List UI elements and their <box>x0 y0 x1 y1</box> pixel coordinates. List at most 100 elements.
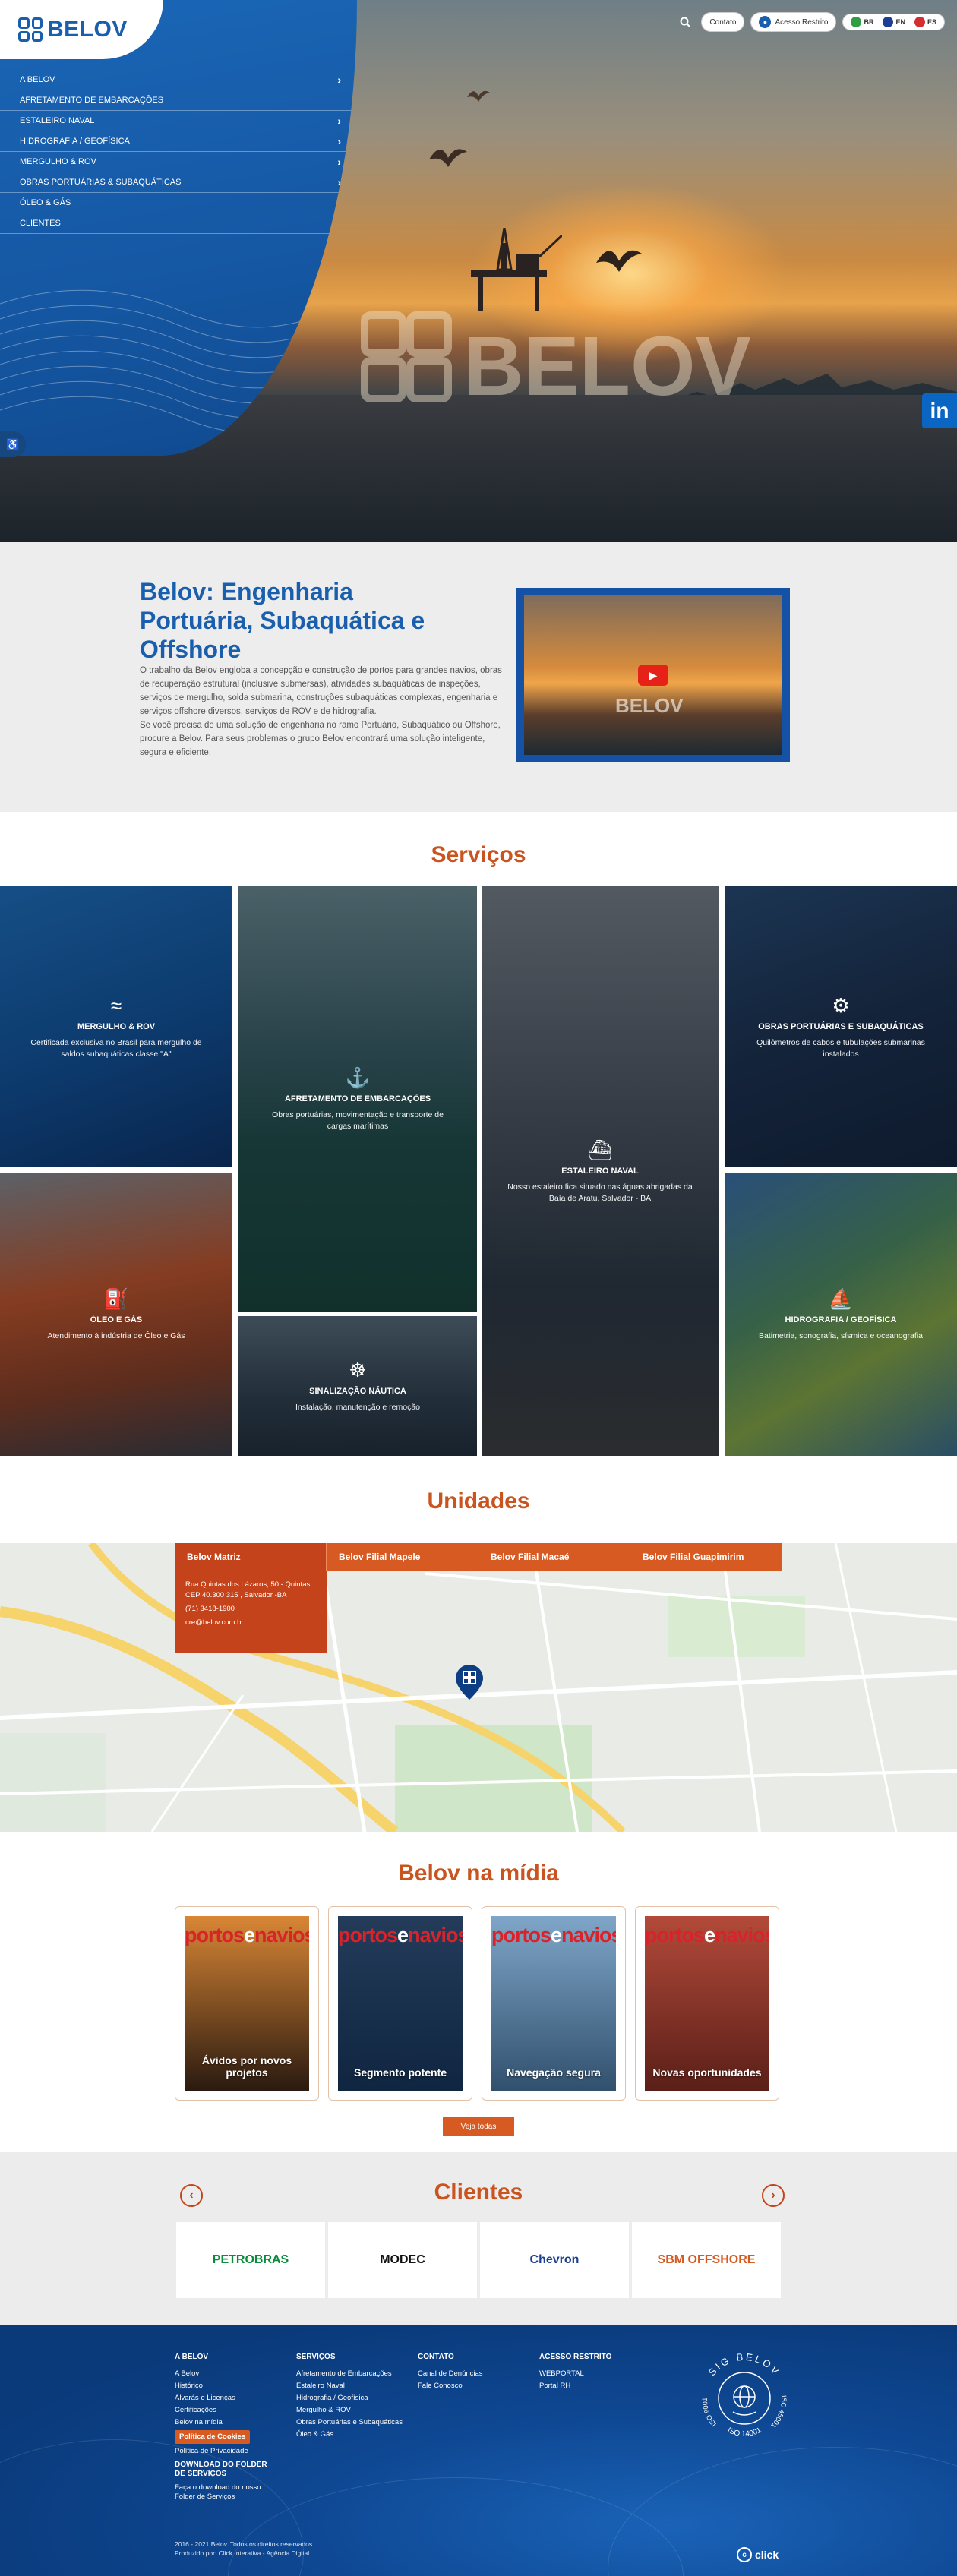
service-title: Afretamento de Embarcações <box>284 1094 431 1103</box>
footer-link[interactable]: Histórico <box>175 2380 273 2392</box>
service-description: Atendimento à indústria de Óleo e Gás <box>47 1331 185 1340</box>
side-menu-item[interactable]: Clientes <box>0 213 353 234</box>
service-tile[interactable]: ⚓ Afretamento de Embarcações Obras portuár… <box>238 886 477 1312</box>
footer-link[interactable]: Portal RH <box>539 2380 611 2392</box>
unit-email[interactable]: cre@belov.com.br <box>185 1618 316 1628</box>
client-logo[interactable]: Chevron <box>480 2222 629 2298</box>
footer-link[interactable]: Alvarás e Licenças <box>175 2392 273 2404</box>
media-card[interactable]: portosenavios Navegação segura <box>482 1906 626 2101</box>
footer-link[interactable]: WEBPORTAL <box>539 2368 611 2380</box>
side-menu-item[interactable]: Estaleiro Naval › <box>0 111 353 131</box>
cookie-policy-link[interactable]: Política de Cookies <box>175 2430 251 2444</box>
hero-watermark-text: BELOV <box>463 320 751 413</box>
seal-top-text: SIG BELOV <box>706 2351 781 2379</box>
footer-link[interactable]: Fale Conosco <box>418 2380 483 2392</box>
site-logo[interactable]: BELOV <box>0 0 163 59</box>
intro-paragraph-2: Se você precisa de uma solução de engenh… <box>140 721 501 757</box>
contact-button[interactable]: Contato <box>701 12 745 32</box>
footer-link[interactable]: Óleo & Gás <box>296 2429 403 2441</box>
language-option[interactable]: ES <box>911 17 940 27</box>
footer-link[interactable]: Estaleiro Naval <box>296 2380 403 2392</box>
service-tile[interactable]: ⛴ Estaleiro Naval Nosso estaleiro fica sit… <box>482 886 719 1456</box>
footer-link[interactable]: Mergulho & ROV <box>296 2404 403 2417</box>
unit-tab[interactable]: Belov Filial Guapimirim <box>630 1543 782 1571</box>
bird-silhouette <box>429 149 467 167</box>
service-tile[interactable]: ⛵ Hidrografia / Geofísica Batimetria, sono… <box>725 1173 957 1456</box>
magazine-cover: portosenavios Ávidos por novos projetos <box>185 1916 309 2091</box>
media-card[interactable]: portosenavios Segmento potente <box>328 1906 472 2101</box>
media-title: Belov na mídia <box>398 1861 559 1886</box>
hero-logo-watermark: BELOV <box>361 311 751 413</box>
flag-icon <box>851 17 862 27</box>
footer-link[interactable]: Hidrografia / Geofísica <box>296 2392 403 2404</box>
language-code: BR <box>864 18 874 26</box>
footer-link[interactable]: Obras Portuárias e Subaquáticas <box>296 2417 403 2429</box>
svg-text:ISO 14001: ISO 14001 <box>726 2426 763 2439</box>
units-map[interactable] <box>0 1543 957 1832</box>
side-menu-item-label: Hidrografia / Geofísica <box>20 137 130 146</box>
service-tile[interactable]: ☸ Sinalização Náutica Instalação, manutenç… <box>238 1316 477 1456</box>
belov-logo-icon <box>18 17 43 42</box>
footer-link[interactable]: Certificações <box>175 2404 273 2417</box>
client-logo[interactable]: PETROBRAS <box>176 2222 325 2298</box>
agency-logo[interactable]: c click <box>737 2547 779 2562</box>
footer-link[interactable]: Belov na mídia <box>175 2417 273 2429</box>
magazine-brand: portosenavios <box>338 1924 463 1946</box>
chevron-right-icon: › <box>337 176 341 188</box>
service-icon: ⚙ <box>832 993 850 1017</box>
footer-link[interactable]: A Belov <box>175 2368 273 2380</box>
units-title: Unidades <box>427 1488 530 1514</box>
side-menu-item[interactable]: Obras Portuárias & Subaquáticas › <box>0 172 353 193</box>
unit-tab[interactable]: Belov Matriz <box>175 1543 327 1571</box>
side-menu-item[interactable]: Hidrografia / Geofísica › <box>0 131 353 152</box>
download-folder-link[interactable]: Faça o download do nosso Folder de Servi… <box>175 2483 273 2502</box>
intro-video[interactable]: BELOV ▶ <box>516 588 790 762</box>
service-tile[interactable]: ⚙ Obras Portuárias e Subaquáticas Quilômet… <box>725 886 957 1167</box>
footer-link[interactable]: Canal de Denúncias <box>418 2368 483 2380</box>
service-description: Instalação, manutenção e remoção <box>295 1403 421 1412</box>
unit-tab[interactable]: Belov Filial Macaé <box>478 1543 630 1571</box>
footer-col-services: SERVIÇOS Afretamento de Embarcações Estal… <box>296 2351 403 2441</box>
map-marker-icon[interactable] <box>456 1665 483 1700</box>
privacy-policy-link[interactable]: Política de Privacidade <box>175 2445 273 2458</box>
side-menu-item[interactable]: Mergulho & ROV › <box>0 152 353 172</box>
unit-tab[interactable]: Belov Filial Mapele <box>327 1543 478 1571</box>
footer-link[interactable]: Afretamento de Embarcações <box>296 2368 403 2380</box>
search-icon[interactable] <box>675 12 695 32</box>
service-title: Hidrografia / Geofísica <box>785 1315 897 1324</box>
linkedin-icon[interactable]: in <box>922 393 957 428</box>
client-logo[interactable]: MODEC <box>328 2222 477 2298</box>
language-option[interactable]: BR <box>848 17 876 27</box>
magazine-brand: portosenavios <box>645 1924 769 1946</box>
language-code: ES <box>927 18 936 26</box>
client-logo[interactable]: SBM OFFSHORE <box>632 2222 781 2298</box>
media-card[interactable]: portosenavios Novas oportunidades <box>635 1906 779 2101</box>
side-menu-item[interactable]: Afretamento de Embarcações <box>0 90 353 111</box>
oil-rig-silhouette <box>471 228 562 311</box>
see-all-button[interactable]: Veja todas <box>443 2117 514 2136</box>
clients-section: ‹ Clientes › PETROBRAS MODEC Chevron SBM OF… <box>0 2152 957 2325</box>
copyright-line-2[interactable]: Produzido por: Click Interativa - Agênci… <box>175 2549 314 2558</box>
side-menu-item-label: Mergulho & ROV <box>20 157 96 166</box>
client-name: MODEC <box>380 2253 425 2266</box>
footer-col-restricted: ACESSO RESTRITO WEBPORTAL Portal RH <box>539 2351 611 2392</box>
copyright-text: 2016 - 2021 Belov. Todos os direitos res… <box>175 2540 314 2558</box>
next-arrow-icon[interactable]: › <box>762 2184 785 2207</box>
language-option[interactable]: EN <box>880 17 908 27</box>
service-title: Sinalização Náutica <box>309 1387 406 1396</box>
service-tile[interactable]: ≈ Mergulho & ROV Certificada exclusiva no … <box>0 886 232 1167</box>
service-title: Obras Portuárias e Subaquáticas <box>758 1021 924 1031</box>
media-card[interactable]: portosenavios Ávidos por novos projetos <box>175 1906 319 2101</box>
accessibility-icon[interactable]: ♿ <box>0 431 26 457</box>
service-tile[interactable]: ⛽ Óleo e Gás Atendimento à indústria de Ól… <box>0 1173 232 1456</box>
play-icon[interactable]: ▶ <box>638 665 668 686</box>
side-menu-item-label: Estaleiro Naval <box>20 116 95 125</box>
client-name: PETROBRAS <box>212 2253 289 2266</box>
side-menu-item[interactable]: Óleo & Gás › <box>0 193 353 213</box>
side-menu-item[interactable]: A Belov › <box>0 70 353 90</box>
restricted-access-button[interactable]: ● Acesso Restrito <box>750 12 837 32</box>
contact-label: Contato <box>709 17 737 27</box>
magazine-brand: portosenavios <box>185 1924 309 1946</box>
intro-title: Belov: Engenharia Portuária, Subaquática… <box>140 578 425 663</box>
footer-heading: SERVIÇOS <box>296 2353 336 2361</box>
